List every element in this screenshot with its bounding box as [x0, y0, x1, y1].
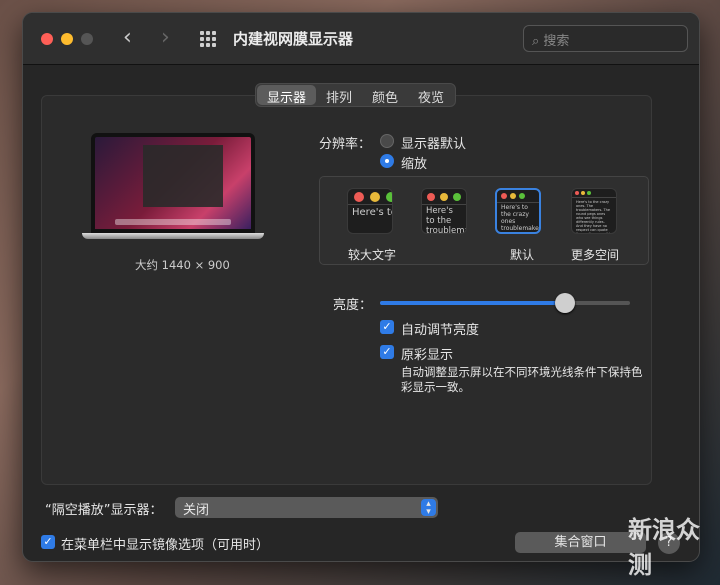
scale-label-larger-text: 较大文字 [348, 248, 397, 262]
resolution-label: 分辨率： [319, 137, 372, 152]
airplay-display-label: “隔空播放”显示器： [45, 503, 163, 518]
brightness-slider[interactable] [380, 293, 630, 313]
search-icon: ⌕ [532, 34, 544, 49]
airplay-display-select[interactable]: 关闭 ▴ ▾ [175, 497, 438, 518]
radio-default-label: 显示器默认 [401, 137, 467, 152]
airplay-selected-value: 关闭 [183, 503, 210, 518]
tab-display[interactable]: 显示器 [257, 85, 317, 106]
title-bar: ‹ › 内建视网膜显示器 ⌕ 搜索 [23, 13, 699, 65]
chevron-updown-icon: ▴ ▾ [421, 499, 436, 517]
close-button[interactable] [41, 33, 53, 45]
tab-color[interactable]: 颜色 [362, 85, 408, 106]
scale-label-default: 默认 [510, 248, 535, 262]
tab-night-shift[interactable]: 夜览 [408, 85, 454, 106]
forward-icon[interactable]: › [161, 25, 170, 50]
brightness-slider-knob[interactable] [555, 293, 575, 313]
scale-option-larger-text[interactable]: Here's to the troublemakers [347, 188, 393, 234]
true-tone-checkbox[interactable]: ✓ [380, 345, 394, 359]
show-all-grid-icon[interactable] [200, 31, 218, 47]
true-tone-description: 自动调整显示屏以在不同环境光线条件下保持色彩显示一致。 [401, 365, 643, 394]
radio-default-for-display[interactable] [380, 134, 394, 148]
scale-option-default[interactable]: Here's to the crazy ones troublemakers. … [495, 188, 541, 234]
auto-brightness-checkbox[interactable]: ✓ [380, 320, 394, 334]
mirror-options-checkbox[interactable]: ✓ [41, 535, 55, 549]
display-preferences-window: ‹ › 内建视网膜显示器 ⌕ 搜索 显示器 排列 颜色 夜览 大约 1440 ×… [22, 12, 700, 562]
resolution-summary: 大约 1440 × 900 [135, 258, 230, 272]
window-title: 内建视网膜显示器 [233, 30, 354, 48]
auto-brightness-label: 自动调节亮度 [401, 323, 480, 338]
search-input[interactable]: ⌕ 搜索 [523, 25, 688, 52]
search-placeholder: 搜索 [543, 34, 570, 49]
brightness-label: 亮度： [333, 298, 373, 313]
scale-option-2[interactable]: Here's to the troublemakers, ones who [421, 188, 467, 234]
radio-scaled[interactable] [380, 154, 394, 168]
tab-arrangement[interactable]: 排列 [316, 85, 362, 106]
mirror-options-label: 在菜单栏中显示镜像选项（可用时） [61, 538, 270, 553]
watermark: 新浪众测 [628, 516, 700, 579]
radio-scaled-label: 缩放 [401, 157, 428, 172]
minimize-button[interactable] [61, 33, 73, 45]
gather-windows-button[interactable]: 集合窗口 [515, 532, 646, 553]
scaling-options: Here's to the troublemakers Here's to th… [319, 176, 649, 265]
scale-label-more-space: 更多空间 [571, 248, 620, 262]
back-icon[interactable]: ‹ [123, 25, 132, 50]
tab-bar: 显示器 排列 颜色 夜览 [255, 83, 457, 107]
zoom-button[interactable] [81, 33, 93, 45]
laptop-image [82, 133, 264, 239]
true-tone-label: 原彩显示 [401, 348, 454, 363]
scale-option-more-space[interactable]: Here's to the crazy ones. The troublemak… [571, 188, 617, 234]
